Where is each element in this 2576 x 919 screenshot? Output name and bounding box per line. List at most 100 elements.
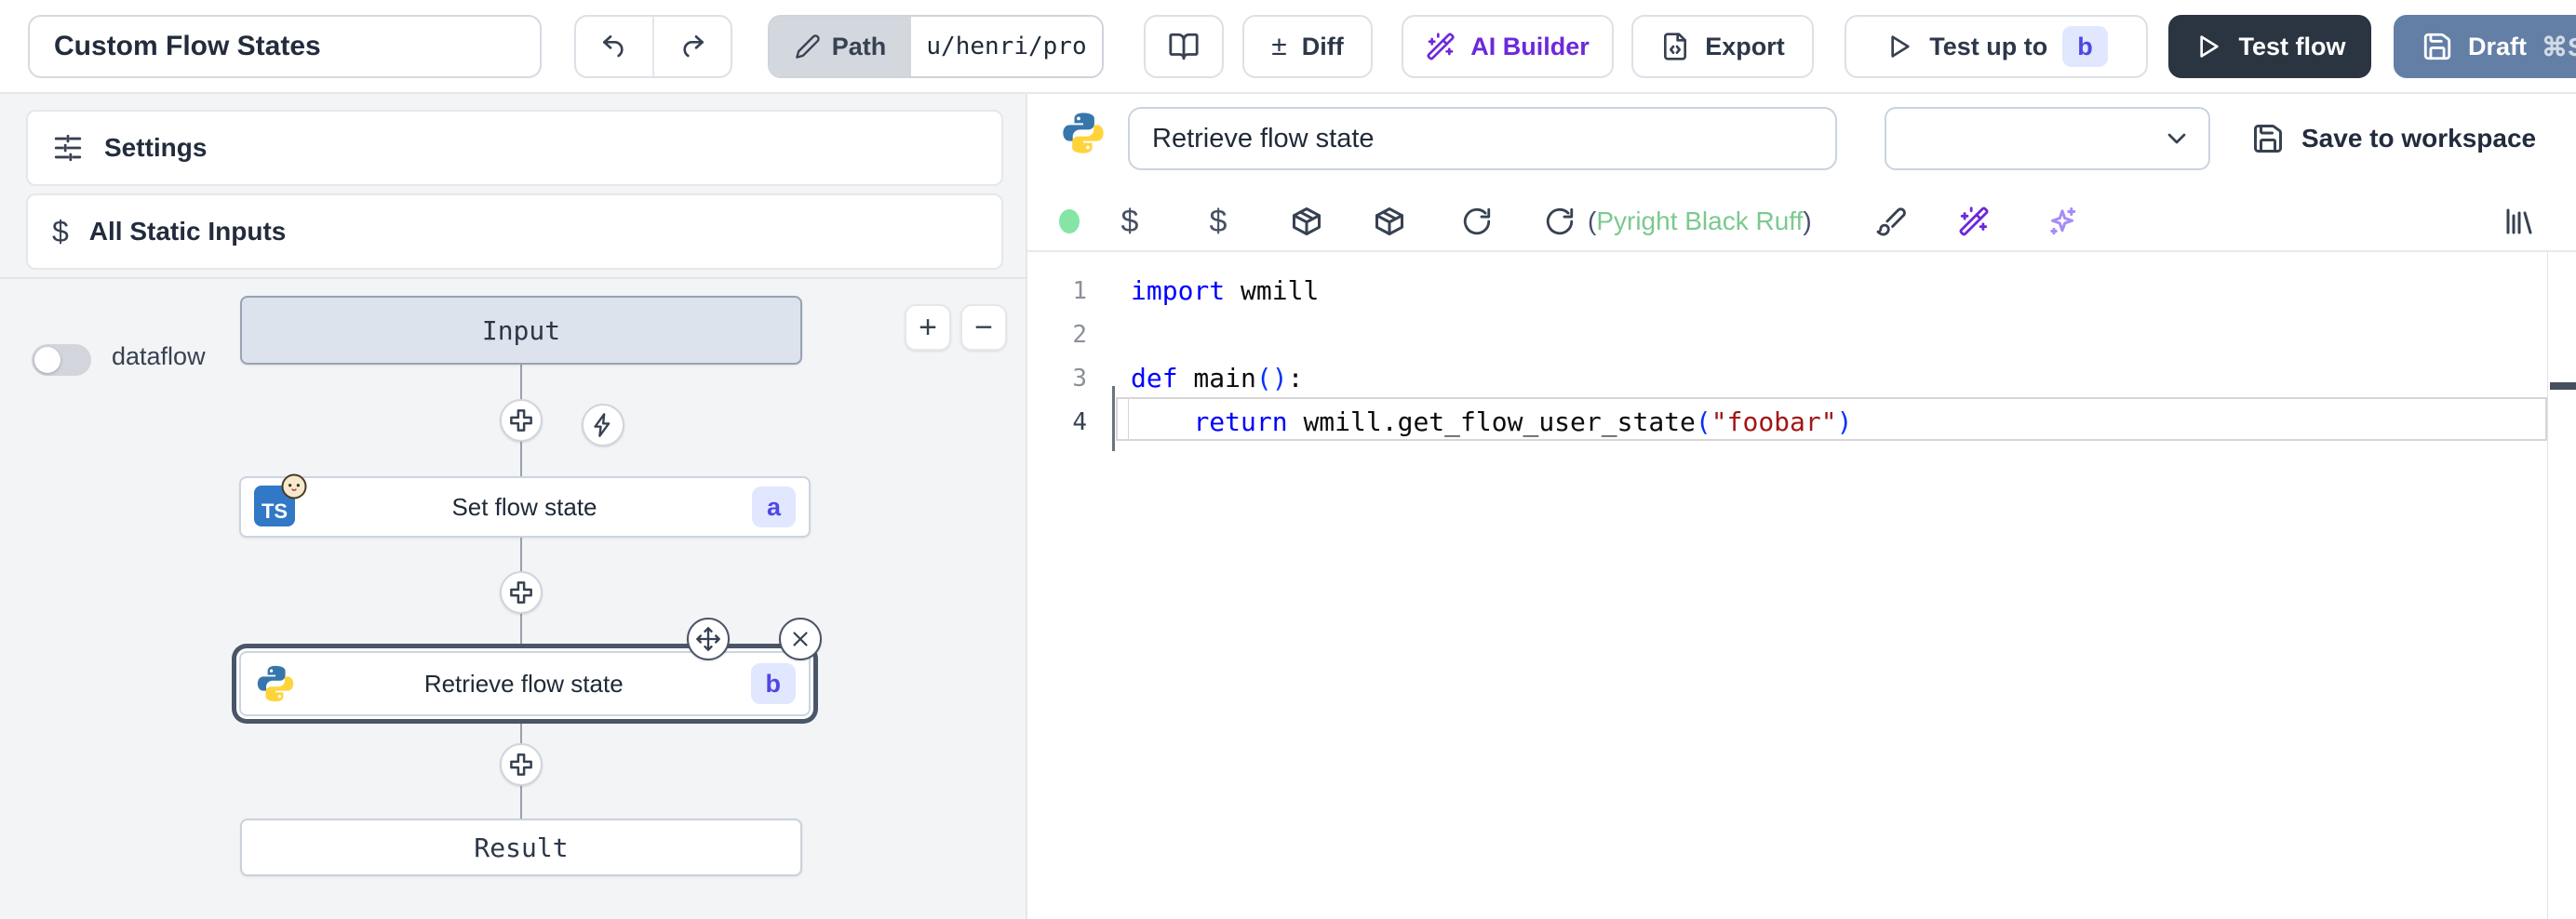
format-brush-icon[interactable] — [1872, 194, 1910, 248]
top-toolbar: Path u/henri/pro ± Diff AI Builder Expor… — [0, 0, 2576, 94]
save-draft-button[interactable]: Draft ⌘S — [2394, 15, 2576, 78]
result-node-label: Result — [474, 832, 568, 863]
code-lines: 1import wmill23def main():4 return wmill… — [1027, 269, 2576, 444]
save-to-workspace-button[interactable]: Save to workspace — [2251, 116, 2536, 161]
input-node-label: Input — [482, 315, 560, 346]
test-flow-button[interactable]: Test flow — [2168, 15, 2371, 78]
all-static-inputs-label: All Static Inputs — [89, 217, 287, 246]
code-text: return wmill.get_flow_user_state("foobar… — [1087, 406, 1852, 437]
test-flow-label: Test flow — [2238, 33, 2345, 61]
line-number: 1 — [1027, 277, 1087, 305]
plus-outline-icon — [507, 406, 535, 434]
line-number: 4 — [1027, 408, 1087, 436]
ready-status-dot — [1055, 194, 1083, 248]
path-button-label: Path — [832, 33, 887, 61]
code-editor[interactable]: 1import wmill23def main():4 return wmill… — [1027, 250, 2576, 919]
draft-button-label: Draft — [2468, 33, 2527, 61]
workspace-script-select[interactable] — [1885, 107, 2210, 170]
editor-toolbar: $ $ (Pyright Black Ruff) — [1027, 194, 2576, 248]
flow-meta-section: Settings $ All Static Inputs — [0, 94, 1026, 279]
zoom-in-button[interactable]: + — [905, 304, 951, 351]
play-icon — [2194, 32, 2223, 61]
assistants-paren-close: ) — [1803, 206, 1811, 236]
move-icon — [695, 626, 721, 652]
diff-button[interactable]: ± Diff — [1242, 15, 1373, 78]
save-icon — [2251, 122, 2285, 155]
add-trigger-button[interactable] — [582, 404, 624, 446]
set-flow-state-label: Set flow state — [297, 493, 752, 522]
reload-icon[interactable] — [1458, 194, 1496, 248]
all-static-inputs-row[interactable]: $ All Static Inputs — [26, 193, 1003, 270]
library-icon[interactable] — [2501, 194, 2538, 248]
play-icon — [1885, 32, 1914, 61]
assistants-paren-open: ( — [1588, 206, 1596, 236]
insert-step-button-2[interactable] — [500, 571, 543, 614]
overview-ruler-cursor-mark — [2550, 382, 2576, 390]
insert-step-button-3[interactable] — [500, 743, 543, 786]
code-text: import wmill — [1087, 275, 1319, 306]
step-id-badge-b: b — [751, 663, 797, 704]
redo-icon — [678, 32, 707, 61]
dataflow-label: dataflow — [112, 342, 206, 371]
zoom-out-button[interactable]: − — [960, 304, 1007, 351]
ai-sparkles-icon[interactable] — [2044, 194, 2081, 248]
dataflow-toggle[interactable] — [32, 344, 91, 376]
code-line[interactable]: 4 return wmill.get_flow_user_state("foob… — [1027, 400, 2576, 444]
reload-icon-2[interactable] — [1541, 194, 1578, 248]
package-icon-2[interactable] — [1371, 194, 1408, 248]
test-up-to-label: Test up to — [1929, 33, 2047, 61]
graph-node-set-flow-state[interactable]: TS Set flow state a — [239, 476, 811, 538]
export-button-label: Export — [1705, 33, 1785, 61]
python-icon — [254, 662, 297, 705]
step-id-badge-a: a — [752, 486, 796, 527]
line-number: 3 — [1027, 365, 1087, 393]
graph-node-result[interactable]: Result — [240, 819, 802, 876]
ai-wand-icon[interactable] — [1955, 194, 1992, 248]
save-to-workspace-label: Save to workspace — [2301, 124, 2536, 153]
assistants-names: Pyright Black Ruff — [1596, 206, 1803, 236]
line-number: 2 — [1027, 321, 1087, 349]
code-text: def main(): — [1087, 363, 1303, 393]
plus-outline-icon — [507, 751, 535, 779]
path-value[interactable]: u/henri/pro — [911, 17, 1102, 76]
flow-title-input[interactable] — [28, 15, 542, 78]
redo-button[interactable] — [652, 17, 731, 76]
graph-node-input[interactable]: Input — [240, 296, 802, 365]
plus-outline-icon — [507, 579, 535, 606]
path-button[interactable]: Path — [770, 17, 911, 76]
code-line[interactable]: 1import wmill — [1027, 269, 2576, 313]
close-icon — [788, 627, 812, 651]
test-up-to-button[interactable]: Test up to b — [1845, 15, 2148, 78]
ai-builder-button[interactable]: AI Builder — [1402, 15, 1614, 78]
code-assistants-label[interactable]: (Pyright Black Ruff) — [1588, 194, 1812, 248]
docs-button[interactable] — [1144, 15, 1224, 78]
plus-icon: + — [919, 312, 937, 343]
lightning-bolt-icon — [590, 412, 616, 438]
undo-redo-group — [574, 15, 732, 78]
toggle-knob — [34, 347, 60, 373]
graph-node-retrieve-flow-state[interactable]: Retrieve flow state b — [239, 651, 811, 716]
pencil-icon — [795, 33, 821, 60]
resources-dollar-icon[interactable]: $ — [1201, 194, 1235, 248]
move-step-button[interactable] — [687, 618, 730, 660]
export-button[interactable]: Export — [1631, 15, 1814, 78]
flow-graph-canvas[interactable]: dataflow Input + − TS Set flow state a — [0, 279, 1026, 919]
settings-row[interactable]: Settings — [26, 110, 1003, 186]
typescript-bun-icon: TS — [254, 486, 297, 528]
delete-step-button[interactable] — [779, 618, 822, 660]
undo-button[interactable] — [576, 17, 652, 76]
chevron-down-icon — [2162, 124, 2192, 153]
step-name-input[interactable] — [1128, 107, 1837, 170]
save-icon — [2422, 31, 2453, 62]
plus-minus-icon: ± — [1271, 31, 1286, 62]
code-line[interactable]: 3def main(): — [1027, 356, 2576, 400]
insert-step-button-1[interactable] — [500, 399, 543, 442]
bun-icon — [280, 473, 308, 500]
undo-icon — [599, 32, 629, 61]
package-icon[interactable] — [1288, 194, 1325, 248]
variables-dollar-icon[interactable]: $ — [1113, 194, 1147, 248]
test-up-to-step-badge: b — [2062, 26, 2108, 67]
step-editor-panel: Save to workspace $ $ (Pyright Black Ruf… — [1027, 94, 2576, 919]
ai-builder-label: AI Builder — [1470, 33, 1590, 61]
code-line[interactable]: 2 — [1027, 313, 2576, 356]
